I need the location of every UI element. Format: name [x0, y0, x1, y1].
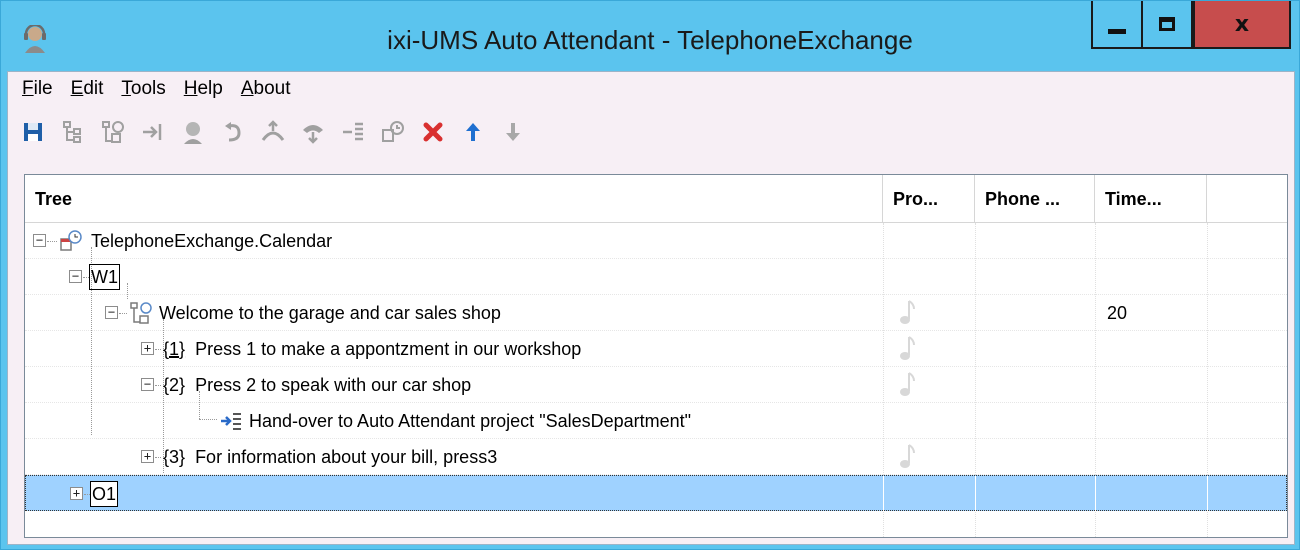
add-node-icon [63, 121, 81, 143]
save-icon [24, 123, 42, 141]
menu-edit[interactable]: Edit [63, 78, 114, 104]
hangup-icon [261, 120, 285, 141]
node-label-container: O1 [90, 476, 119, 512]
tree-connector [47, 241, 57, 242]
collapse-icon[interactable]: − [69, 270, 82, 283]
back-button[interactable] [218, 117, 248, 147]
key-prefix: {2} [163, 374, 186, 395]
node-label-container: {3} For information about your bill, pre… [163, 439, 497, 475]
column-header-prompt[interactable]: Pro... [883, 175, 975, 223]
transfer-button[interactable] [138, 117, 168, 147]
app-window: ixi-UMS Auto Attendant - TelephoneExchan… [0, 0, 1300, 550]
node-label: Welcome to the garage and car sales shop [159, 302, 501, 323]
tree-connector [155, 457, 161, 458]
node-label: For information about your bill, press3 [195, 446, 498, 467]
add-node-button[interactable] [58, 117, 88, 147]
column-header-tree[interactable]: Tree [25, 175, 883, 223]
column-separator [883, 476, 884, 512]
node-label: Hand-over to Auto Attendant project "Sal… [249, 410, 692, 431]
music-note-icon [900, 444, 915, 468]
expand-icon[interactable]: + [141, 342, 154, 355]
title-bar[interactable]: ixi-UMS Auto Attendant - TelephoneExchan… [1, 1, 1299, 77]
move-up-icon [466, 123, 480, 141]
move-up-button[interactable] [458, 117, 488, 147]
expand-icon[interactable]: + [70, 487, 83, 500]
expand-icon[interactable]: + [141, 450, 154, 463]
operator-icon [184, 122, 202, 144]
column-separator [1207, 476, 1208, 512]
music-note-icon [900, 372, 915, 396]
back-icon [225, 122, 241, 142]
maximize-icon [1159, 17, 1175, 31]
client-area: File Edit Tools Help About Tree Pro... P… [7, 71, 1295, 545]
key-prefix: {1} [163, 338, 186, 359]
handover-icon [221, 413, 241, 430]
minimize-button[interactable] [1091, 1, 1143, 49]
tree-row[interactable]: + {1} Press 1 to make a appontzment in o… [25, 331, 1287, 367]
maximize-button[interactable] [1141, 1, 1193, 49]
node-label-container: {1} Press 1 to make a appontzment in our… [163, 331, 581, 367]
node-label: TelephoneExchange.Calendar [91, 230, 333, 251]
tree-row[interactable]: + {3} For information about your bill, p… [25, 439, 1287, 475]
node-label: W1 [89, 264, 120, 290]
menu-file[interactable]: File [14, 78, 63, 104]
menu-node-icon [130, 302, 152, 324]
column-separator [1095, 476, 1096, 512]
column-separator [975, 476, 976, 512]
menu-bar: File Edit Tools Help About [14, 78, 301, 104]
menu-help[interactable]: Help [176, 78, 233, 104]
minimize-icon [1108, 28, 1126, 34]
grid-header: Tree Pro... Phone ... Time... [25, 175, 1287, 223]
menu-tools[interactable]: Tools [113, 78, 175, 104]
node-label-container: {2} Press 2 to speak with our car shop [163, 367, 471, 403]
time-value: 20 [1107, 302, 1128, 323]
close-button[interactable]: x [1193, 1, 1291, 49]
add-calendar-icon [102, 121, 124, 143]
add-calendar-button[interactable] [98, 117, 128, 147]
calendar-button[interactable] [378, 117, 408, 147]
operator-button[interactable] [178, 117, 208, 147]
tree-row[interactable]: − W1 [25, 259, 1287, 295]
node-label-container: W1 [89, 259, 120, 295]
close-icon: x [1234, 11, 1250, 37]
tree-connector [155, 385, 161, 386]
column-header-time[interactable]: Time... [1095, 175, 1207, 223]
calendar-icon [382, 121, 404, 142]
node-label: O1 [90, 481, 119, 507]
node-label: Press 1 to make a appontzment in our wor… [195, 338, 582, 359]
tree-row-selected[interactable]: + O1 [25, 475, 1287, 512]
save-button[interactable] [18, 117, 48, 147]
menu-about[interactable]: About [233, 78, 301, 104]
handover-button[interactable] [338, 117, 368, 147]
collapse-icon[interactable]: − [33, 234, 46, 247]
tree-connector [199, 419, 217, 420]
hangup-button[interactable] [258, 117, 288, 147]
toolbar [18, 114, 538, 150]
tree-connector [155, 349, 161, 350]
tree-row[interactable]: Hand-over to Auto Attendant project "Sal… [25, 403, 1287, 439]
delete-icon [423, 122, 443, 142]
collapse-icon[interactable]: − [105, 306, 118, 319]
tree-row[interactable]: − {2} Press 2 to speak with our car shop [25, 367, 1287, 403]
tree-connector [119, 313, 127, 314]
transfer-icon [143, 124, 162, 140]
tree-row[interactable]: − Welcome to the garage and car sales sh… [25, 295, 1287, 331]
node-label: Press 2 to speak with our car shop [195, 374, 472, 395]
column-header-phone[interactable]: Phone ... [975, 175, 1095, 223]
move-down-button[interactable] [498, 117, 528, 147]
tree-row[interactable]: − TelephoneExchange.Calendar [25, 223, 1287, 259]
tree-grid[interactable]: Tree Pro... Phone ... Time... − Telephon… [24, 174, 1288, 538]
handover-icon [343, 122, 363, 141]
collapse-icon[interactable]: − [141, 378, 154, 391]
delete-button[interactable] [418, 117, 448, 147]
call-icon [303, 125, 323, 144]
calendar-icon [60, 230, 82, 251]
call-button[interactable] [298, 117, 328, 147]
music-note-icon [900, 300, 915, 324]
music-note-icon [900, 336, 915, 360]
move-down-icon [506, 123, 520, 141]
key-prefix: {3} [163, 446, 186, 467]
